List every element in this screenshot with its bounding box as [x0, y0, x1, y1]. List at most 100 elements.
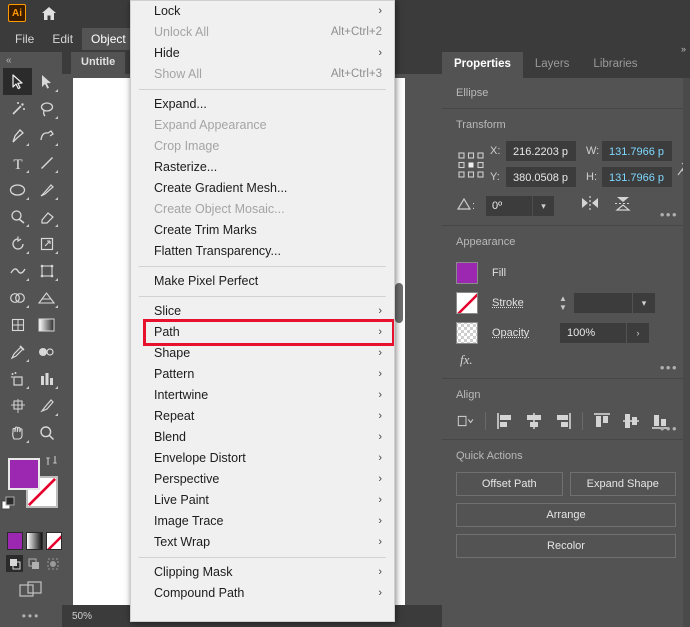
- reference-point-selector[interactable]: [456, 150, 486, 185]
- gradient-tool[interactable]: [32, 311, 61, 338]
- menu-item-create-trim-marks[interactable]: Create Trim Marks: [131, 220, 394, 241]
- menu-item-shape[interactable]: Shape ›: [131, 343, 394, 364]
- perspective-grid-tool[interactable]: [32, 284, 61, 311]
- zoom-tool[interactable]: [32, 419, 61, 446]
- mesh-tool[interactable]: [3, 311, 32, 338]
- menu-item-pattern[interactable]: Pattern ›: [131, 364, 394, 385]
- tab-properties[interactable]: Properties: [442, 52, 523, 78]
- w-input[interactable]: 131.7966 p: [602, 141, 672, 161]
- screen-mode-button[interactable]: [0, 580, 62, 599]
- angle-input[interactable]: 0º: [486, 196, 532, 216]
- draw-inside-button[interactable]: [44, 555, 61, 572]
- panel-expand-icon[interactable]: »: [681, 44, 686, 54]
- menu-item-expand[interactable]: Expand...: [131, 94, 394, 115]
- menu-item-flatten-transparency[interactable]: Flatten Transparency...: [131, 241, 394, 262]
- menubar-item-object[interactable]: Object: [82, 28, 135, 50]
- eyedropper-tool[interactable]: [3, 338, 32, 365]
- menu-item-create-gradient-mesh[interactable]: Create Gradient Mesh...: [131, 178, 394, 199]
- default-fill-stroke-icon[interactable]: [1, 496, 17, 517]
- align-to-dropdown-icon[interactable]: [456, 411, 476, 431]
- free-transform-tool[interactable]: [32, 257, 61, 284]
- opacity-swatch[interactable]: [456, 322, 478, 344]
- menubar-item-edit[interactable]: Edit: [43, 28, 82, 50]
- stroke-dropdown-icon[interactable]: ▾: [633, 293, 655, 313]
- align-right-icon[interactable]: [553, 411, 573, 431]
- lasso-tool[interactable]: [32, 95, 61, 122]
- menu-item-envelope-distort[interactable]: Envelope Distort ›: [131, 448, 394, 469]
- menu-item-hide[interactable]: Hide ›: [131, 43, 394, 64]
- scale-tool[interactable]: [32, 230, 61, 257]
- selection-tool[interactable]: [3, 68, 32, 95]
- align-more-options[interactable]: •••: [660, 421, 678, 436]
- shaper-tool[interactable]: [3, 203, 32, 230]
- menu-item-lock[interactable]: Lock ›: [131, 1, 394, 22]
- draw-normal-button[interactable]: [6, 555, 23, 572]
- h-input[interactable]: 131.7966 p: [602, 167, 672, 187]
- menu-item-make-pixel-perfect[interactable]: Make Pixel Perfect: [131, 271, 394, 292]
- stroke-color-swatch[interactable]: [456, 292, 478, 314]
- canvas-vertical-scrollbar[interactable]: [395, 78, 403, 605]
- pen-tool[interactable]: [3, 122, 32, 149]
- rotate-tool[interactable]: [3, 230, 32, 257]
- color-mode-button[interactable]: [7, 532, 24, 550]
- toolbar-more-button[interactable]: •••: [0, 609, 62, 623]
- fx-button[interactable]: fx.: [456, 348, 676, 370]
- menu-item-slice[interactable]: Slice ›: [131, 301, 394, 322]
- flip-vertical-icon[interactable]: [614, 195, 632, 217]
- tab-libraries[interactable]: Libraries: [581, 52, 650, 78]
- column-graph-tool[interactable]: [32, 365, 61, 392]
- home-icon[interactable]: [40, 4, 58, 22]
- paintbrush-tool[interactable]: [32, 176, 61, 203]
- menu-item-clipping-mask[interactable]: Clipping Mask ›: [131, 562, 394, 583]
- type-tool[interactable]: T: [3, 149, 32, 176]
- menu-item-image-trace[interactable]: Image Trace ›: [131, 511, 394, 532]
- line-segment-tool[interactable]: [32, 149, 61, 176]
- curvature-tool[interactable]: [32, 122, 61, 149]
- opacity-input[interactable]: 100%: [560, 323, 626, 343]
- slice-tool[interactable]: [32, 392, 61, 419]
- menu-item-repeat[interactable]: Repeat ›: [131, 406, 394, 427]
- align-top-icon[interactable]: [592, 411, 612, 431]
- gradient-mode-button[interactable]: [26, 532, 43, 550]
- symbol-sprayer-tool[interactable]: [3, 365, 32, 392]
- swap-fill-stroke-icon[interactable]: [45, 454, 58, 470]
- blend-tool[interactable]: [32, 338, 61, 365]
- appearance-more-options[interactable]: •••: [660, 360, 678, 375]
- y-input[interactable]: 380.0508 p: [506, 167, 576, 187]
- align-center-vertical-icon[interactable]: [621, 411, 641, 431]
- recolor-button[interactable]: Recolor: [456, 534, 676, 558]
- shape-builder-tool[interactable]: [3, 284, 32, 311]
- tab-layers[interactable]: Layers: [522, 52, 582, 78]
- fill-color-swatch[interactable]: [456, 262, 478, 284]
- offset-path-button[interactable]: Offset Path: [456, 472, 563, 496]
- menubar-item-file[interactable]: File: [6, 28, 43, 50]
- opacity-label[interactable]: Opacity: [492, 327, 556, 339]
- menu-item-blend[interactable]: Blend ›: [131, 427, 394, 448]
- menu-item-live-paint[interactable]: Live Paint ›: [131, 490, 394, 511]
- eraser-tool[interactable]: [32, 203, 61, 230]
- align-center-horizontal-icon[interactable]: [524, 411, 544, 431]
- align-left-icon[interactable]: [495, 411, 515, 431]
- hand-tool[interactable]: [3, 419, 32, 446]
- draw-behind-button[interactable]: [25, 555, 42, 572]
- transform-more-options[interactable]: •••: [660, 207, 678, 222]
- magic-wand-tool[interactable]: [3, 95, 32, 122]
- toolbar-collapse-button[interactable]: «: [0, 52, 62, 68]
- x-input[interactable]: 216.2203 p: [506, 141, 576, 161]
- expand-shape-button[interactable]: Expand Shape: [569, 472, 676, 496]
- ellipse-tool[interactable]: [3, 176, 32, 203]
- direct-selection-tool[interactable]: [32, 68, 61, 95]
- angle-dropdown-icon[interactable]: ▾: [532, 196, 554, 216]
- zoom-level-indicator[interactable]: 50%: [62, 605, 114, 627]
- menu-item-text-wrap[interactable]: Text Wrap ›: [131, 532, 394, 553]
- width-tool[interactable]: [3, 257, 32, 284]
- artboard-tool[interactable]: [3, 392, 32, 419]
- arrange-button[interactable]: Arrange: [456, 503, 676, 527]
- stroke-label[interactable]: Stroke: [492, 297, 556, 309]
- menu-item-rasterize[interactable]: Rasterize...: [131, 157, 394, 178]
- fill-swatch[interactable]: [8, 458, 40, 490]
- menu-item-perspective[interactable]: Perspective ›: [131, 469, 394, 490]
- stroke-weight-input[interactable]: [574, 293, 632, 313]
- menu-item-path[interactable]: Path ›: [131, 322, 394, 343]
- menu-item-intertwine[interactable]: Intertwine ›: [131, 385, 394, 406]
